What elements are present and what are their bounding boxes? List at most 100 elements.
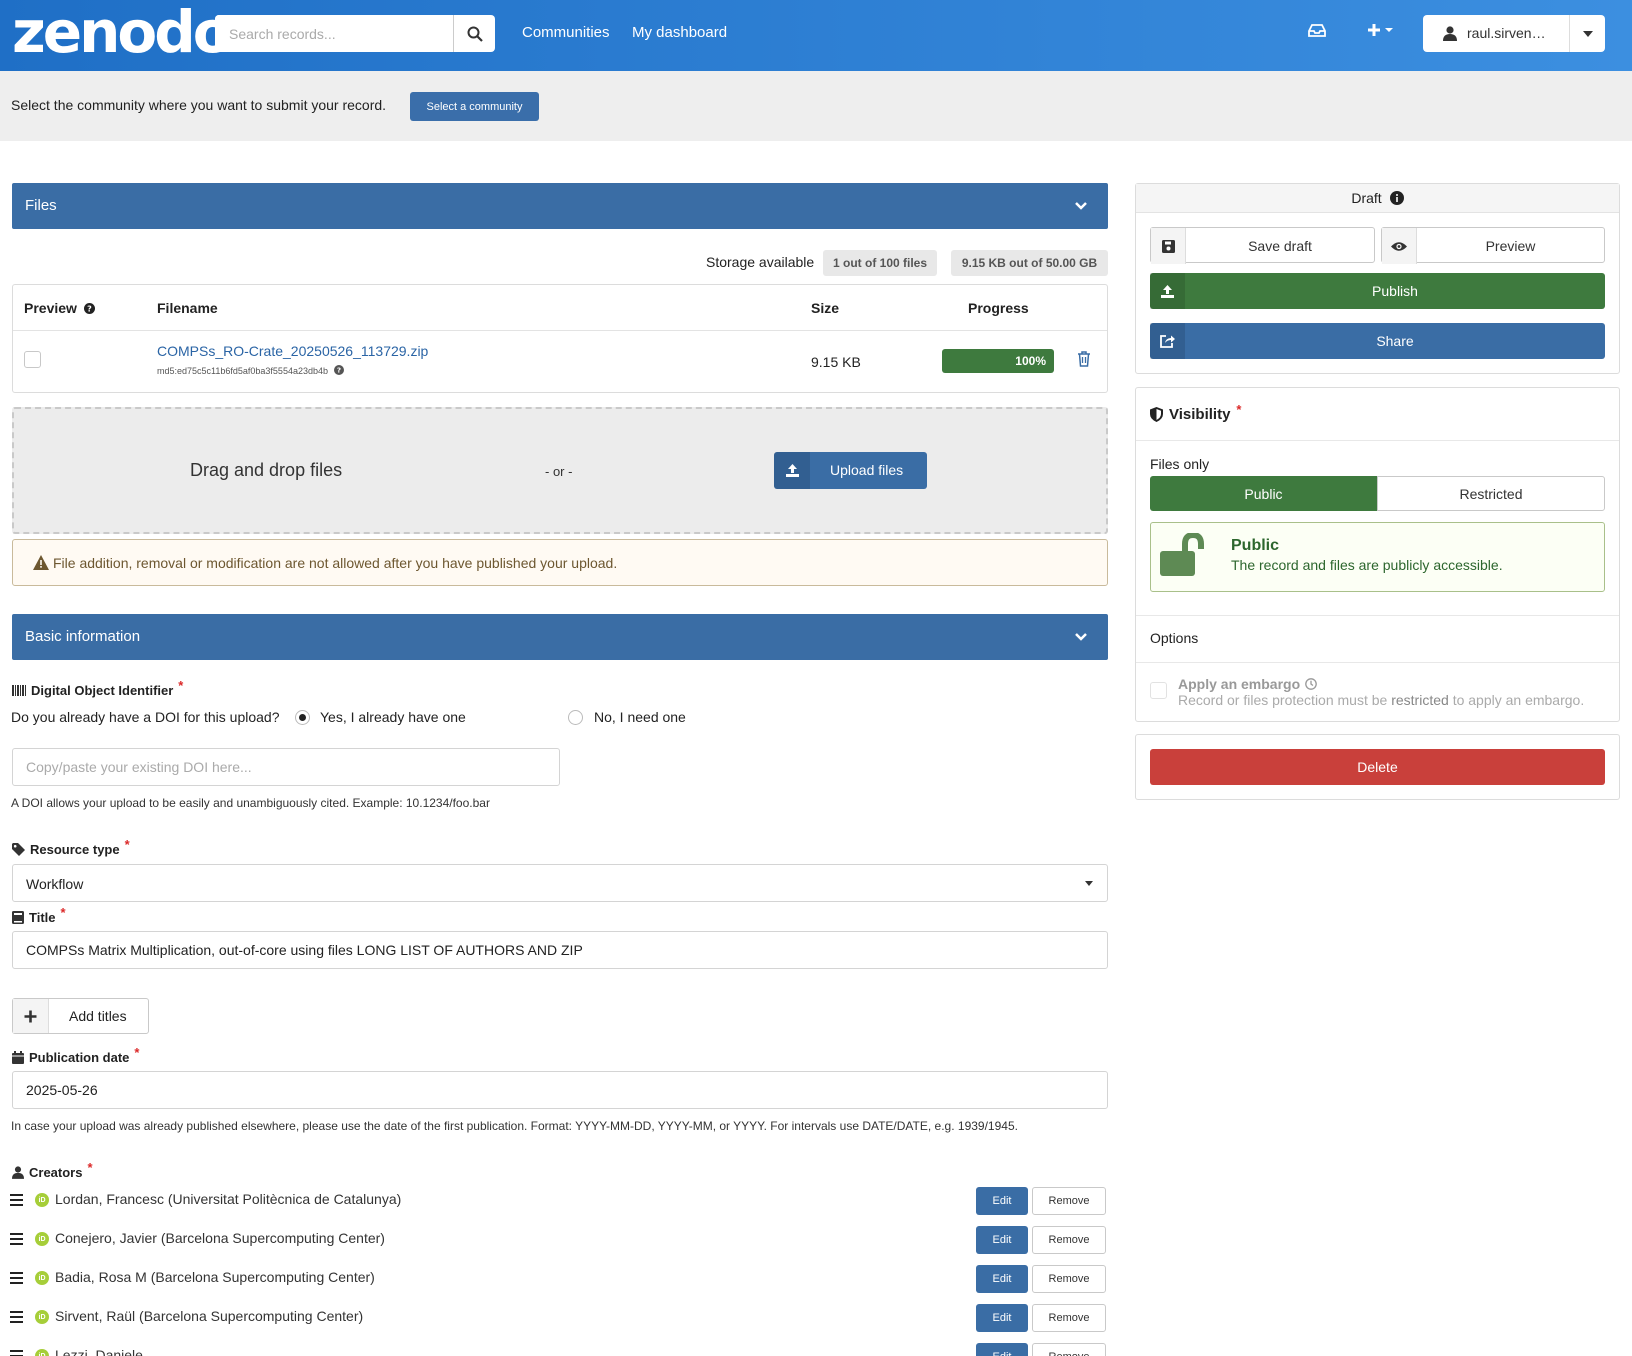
share-label: Share [1376,333,1414,349]
preview-button[interactable]: Preview [1381,227,1605,264]
draft-actions-card: Draft Save draft Preview Publish Share [1135,183,1620,374]
resource-type-select[interactable]: Workflow [12,864,1108,902]
upload-icon [774,452,810,489]
files-section-header[interactable]: Files [12,183,1108,229]
svg-text:?: ? [336,366,340,375]
edit-creator-button[interactable]: Edit [976,1265,1028,1293]
creators-label: Creators * [12,1160,93,1180]
file-name-link[interactable]: COMPSs_RO-Crate_20250526_113729.zip [157,343,428,359]
preview-checkbox[interactable] [24,351,41,368]
options-label: Options [1150,630,1199,646]
file-dropzone[interactable]: Drag and drop files - or - Upload files [12,407,1108,534]
doi-input[interactable] [12,748,560,786]
orcid-icon: iD [35,1349,49,1356]
storage-used-badge: 9.15 KB out of 50.00 GB [951,250,1108,276]
creator-row: iD Sirvent, Raül (Barcelona Supercomputin… [10,1302,1108,1332]
creator-name: Lezzi, Daniele [55,1347,143,1356]
remove-creator-button[interactable]: Remove [1032,1304,1106,1332]
edit-creator-button[interactable]: Edit [976,1343,1028,1356]
delete-file-icon[interactable] [1077,351,1091,371]
info-icon [1389,191,1404,205]
nav-communities[interactable]: Communities [522,24,610,41]
remove-creator-button[interactable]: Remove [1032,1343,1106,1356]
basic-info-section-header[interactable]: Basic information [12,614,1108,660]
save-draft-button[interactable]: Save draft [1150,227,1375,264]
file-md5: md5:ed75c5c11b6fd5af0ba3f5554a23db4b ? [157,365,344,376]
add-titles-label: Add titles [69,1008,127,1024]
help-icon: ? [333,365,344,375]
divider [1136,440,1619,441]
visibility-header: Visibility * [1150,402,1241,423]
remove-creator-button[interactable]: Remove [1032,1226,1106,1254]
restricted-toggle[interactable]: Restricted [1377,476,1605,511]
zenodo-logo[interactable]: zenodo [12,3,233,61]
files-only-label: Files only [1150,456,1210,472]
upload-icon [1150,273,1185,309]
remove-creator-button[interactable]: Remove [1032,1265,1106,1293]
publish-button[interactable]: Publish [1150,273,1605,309]
draft-status-header: Draft [1136,184,1619,213]
save-icon [1151,228,1186,264]
inbox-icon[interactable] [1308,22,1326,42]
drag-handle-icon[interactable] [10,1271,23,1288]
new-upload-menu-icon[interactable] [1366,22,1396,42]
doi-yes-label[interactable]: Yes, I already have one [320,709,466,725]
plus-icon [13,999,49,1033]
drag-handle-icon[interactable] [10,1232,23,1249]
upload-progress-bar: 100% [942,349,1054,373]
search-input[interactable] [215,15,455,52]
files-table: Preview ? Filename Size Progress COMPSs_… [12,284,1108,393]
clock-icon [1305,678,1317,690]
search-button[interactable] [453,15,495,52]
shield-icon [1150,407,1163,422]
public-message-title: Public [1231,537,1280,554]
doi-no-radio[interactable] [568,710,583,725]
creator-row: iD Lezzi, Daniele Edit Remove [10,1341,1108,1356]
creator-name: Sirvent, Raül (Barcelona Supercomputing … [55,1308,364,1324]
resource-type-value: Workflow [26,876,84,892]
drag-handle-icon[interactable] [10,1310,23,1327]
doi-no-label[interactable]: No, I need one [594,709,686,725]
unlock-icon [1159,531,1209,581]
user-menu-button[interactable]: raul.sirven… [1423,15,1605,52]
nav-my-dashboard[interactable]: My dashboard [632,24,727,41]
public-toggle[interactable]: Public [1150,476,1377,511]
embargo-checkbox[interactable] [1150,682,1167,699]
search-bar [215,15,495,52]
user-menu-caret[interactable] [1569,15,1605,52]
orcid-icon: iD [35,1310,49,1324]
upload-files-button[interactable]: Upload files [774,452,927,489]
eye-icon [1382,228,1417,264]
edit-creator-button[interactable]: Edit [976,1187,1028,1215]
drag-handle-icon[interactable] [10,1349,23,1356]
title-input[interactable] [12,931,1108,969]
doi-help-text: A DOI allows your upload to be easily an… [11,796,490,810]
drag-handle-icon[interactable] [10,1193,23,1210]
publication-date-label: Publication date * [12,1045,139,1065]
col-filename: Filename [157,300,218,316]
chevron-down-icon [1075,633,1087,641]
edit-creator-button[interactable]: Edit [976,1304,1028,1332]
creator-row: iD Lordan, Francesc (Universitat Politècn… [10,1185,1108,1215]
warning-text: File addition, removal or modification a… [53,555,618,571]
chevron-down-icon [1075,202,1087,210]
files-section-title: Files [25,197,57,214]
add-titles-button[interactable]: Add titles [12,998,149,1034]
doi-yes-radio[interactable] [295,710,310,725]
select-community-button[interactable]: Select a community [410,92,539,121]
share-button[interactable]: Share [1150,323,1605,359]
basic-info-section-title: Basic information [25,628,141,645]
search-icon [467,26,483,42]
caret-down-icon [1582,30,1593,37]
edit-creator-button[interactable]: Edit [976,1226,1028,1254]
publication-date-input[interactable] [12,1071,1108,1109]
creator-name: Conejero, Javier (Barcelona Supercomputi… [55,1230,385,1246]
creator-row: iD Conejero, Javier (Barcelona Supercompu… [10,1224,1108,1254]
delete-button[interactable]: Delete [1150,749,1605,785]
orcid-icon: iD [35,1232,49,1246]
remove-creator-button[interactable]: Remove [1032,1187,1106,1215]
barcode-icon [12,685,26,696]
storage-label: Storage available [706,254,815,270]
publish-label: Publish [1372,283,1418,299]
divider [1136,662,1619,663]
